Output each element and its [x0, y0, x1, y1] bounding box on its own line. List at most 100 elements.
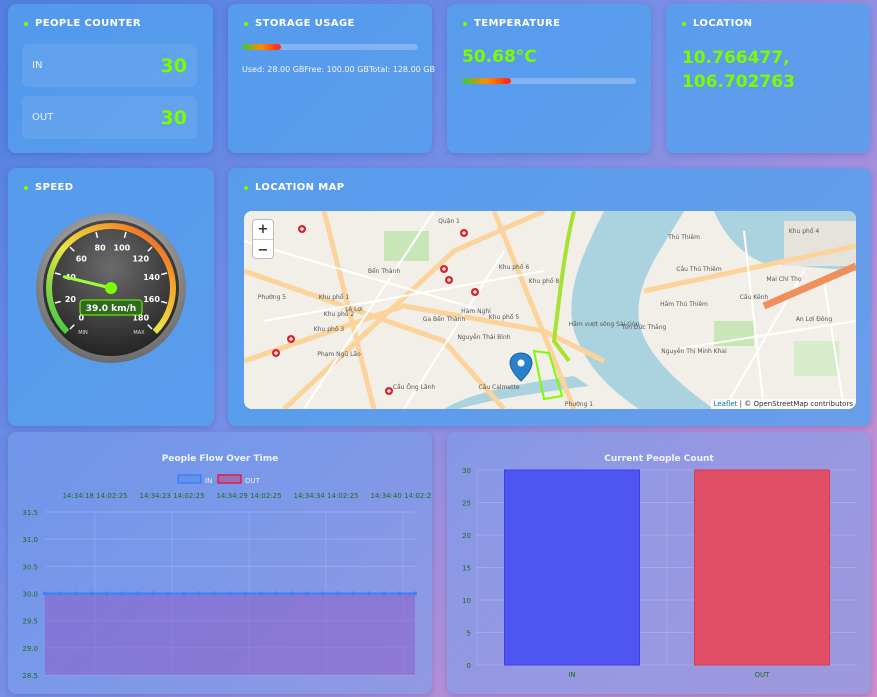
- y-tick-label: 10: [462, 597, 471, 605]
- map-place-label: Khu phố 5: [489, 314, 520, 321]
- count-chart: 30 25 20 15 10 5 0 IN OUT: [462, 467, 857, 679]
- series-area: [45, 593, 415, 675]
- legend-label-in[interactable]: IN: [205, 477, 212, 485]
- hospital-icon: [445, 276, 453, 284]
- map-place-label: Khu phố 6: [499, 264, 530, 271]
- map-place-label: Quận 1: [438, 218, 460, 225]
- temperature-value: 50.68°C: [462, 47, 537, 67]
- status-dot: [24, 185, 28, 190]
- map-place-label: Phạm Ngũ Lão: [317, 351, 361, 358]
- map-place-label: Khu phố 8: [529, 278, 560, 285]
- y-tick-label: 0: [467, 662, 471, 670]
- bar-in[interactable]: [504, 469, 640, 666]
- zoom-out-button[interactable]: −: [253, 240, 273, 260]
- map-place-label: Phường 5: [258, 294, 286, 301]
- park: [384, 231, 429, 261]
- hospital-icon: [298, 225, 306, 233]
- x-tick-label: 14:34:40 14:02:25: [370, 492, 432, 500]
- speed-readout: 39.0 km/h: [86, 304, 136, 314]
- gauge-tick-label: 120: [132, 254, 149, 263]
- temperature-title: TEMPERATURE: [463, 18, 560, 29]
- map-place-label: Phường 1: [565, 401, 593, 408]
- map-place-label: Thủ Thiêm: [667, 234, 700, 241]
- y-tick-label: 31.5: [22, 509, 38, 517]
- y-tick-label: 29.0: [22, 645, 38, 653]
- storage-title: STORAGE USAGE: [244, 18, 355, 29]
- y-tick-label: 29.5: [22, 618, 38, 626]
- location-card: LOCATION 10.766477, 106.702763: [666, 4, 870, 153]
- y-tick-label: 15: [462, 565, 471, 573]
- x-tick-label: 14:34:34 14:02:25: [293, 492, 358, 500]
- map-card: LOCATION MAP Quận 1 Bến Thành Khu phố 1 …: [228, 168, 871, 426]
- zoom-in-button[interactable]: +: [253, 220, 273, 240]
- location-lat: 10.766477,: [682, 48, 790, 68]
- people-in-value: 30: [160, 54, 187, 77]
- gauge-tick-label: 140: [143, 273, 160, 282]
- people-counter-title: PEOPLE COUNTER: [24, 18, 141, 29]
- status-dot: [463, 21, 467, 26]
- map-place-label: Hầm vượt sông Sài Gòn: [569, 320, 640, 328]
- gauge-tick-label: 100: [114, 243, 131, 252]
- speedometer-gauge: 020406080100120140160180 39.0 km/h MIN M…: [36, 213, 186, 363]
- hospital-icon: [471, 288, 479, 296]
- status-dot: [24, 21, 28, 26]
- temperature-bar: [462, 78, 636, 84]
- status-dot: [244, 21, 248, 26]
- location-title: LOCATION: [682, 18, 752, 29]
- temperature-bar-fill: [462, 78, 511, 84]
- storage-bar-fill: [242, 44, 281, 50]
- gauge-hub: [105, 282, 117, 294]
- people-counter-card: PEOPLE COUNTER IN 30 OUT 30: [8, 4, 213, 153]
- legend-swatch-in[interactable]: [177, 474, 202, 484]
- hospital-icon: [272, 349, 280, 357]
- gauge-tick-label: 20: [65, 295, 77, 304]
- park: [794, 341, 839, 376]
- bar-out[interactable]: [694, 469, 830, 666]
- y-tick-label: 31.0: [22, 536, 38, 544]
- people-out-value: 30: [160, 106, 187, 129]
- y-tick-label: 28.5: [22, 672, 38, 680]
- people-out-label: OUT: [32, 112, 54, 123]
- x-tick-label: 14:34:18 14:02:25: [62, 492, 127, 500]
- map-place-label: An Lợi Đông: [796, 316, 833, 323]
- y-tick-label: 5: [467, 630, 471, 638]
- y-tick-label: 25: [462, 500, 471, 508]
- gauge-tick-label: 60: [76, 254, 88, 263]
- map-title: LOCATION MAP: [244, 182, 345, 193]
- legend-label-out[interactable]: OUT: [245, 477, 261, 485]
- y-tick-label: 20: [462, 532, 471, 540]
- temperature-card: TEMPERATURE 50.68°C: [447, 4, 651, 153]
- speed-title: SPEED: [24, 182, 74, 193]
- map-place-label: Hầm Thủ Thiêm: [660, 300, 708, 308]
- people-in-box: IN 30: [22, 44, 197, 87]
- y-tick-label: 30.5: [22, 563, 38, 571]
- storage-bar: [242, 44, 418, 50]
- attribution-text: | © OpenStreetMap contributors: [737, 400, 853, 408]
- location-map[interactable]: Quận 1 Bến Thành Khu phố 1 Khu phố 2 Khu phố…: [244, 211, 856, 409]
- map-attribution: Leaflet | © OpenStreetMap contributors: [710, 399, 856, 409]
- map-place-label: Ga Bến Thành: [423, 316, 466, 323]
- location-lng: 106.702763: [682, 72, 795, 92]
- hospital-icon: [460, 229, 468, 237]
- x-tick-label: 14:34:29 14:02:25: [216, 492, 281, 500]
- leaflet-link[interactable]: Leaflet: [714, 400, 738, 408]
- storage-card: STORAGE USAGE Used: 28.00 GBFree: 100.00…: [228, 4, 435, 153]
- status-dot: [244, 185, 248, 190]
- y-tick-label: 30.0: [22, 591, 38, 599]
- map-place-label: Cầu Kênh: [740, 293, 769, 301]
- map-place-label: Khu phố 4: [789, 228, 820, 235]
- people-out-box: OUT 30: [22, 96, 197, 139]
- x-tick-label: OUT: [755, 671, 771, 679]
- legend-swatch-out[interactable]: [217, 474, 242, 484]
- speed-card: SPEED 020406080100120140160180 39.0 km/h…: [8, 168, 214, 426]
- count-chart-card: Current People Count 30 25 20 15 10 5 0 IN OUT: [447, 432, 871, 694]
- map-place-label: Khu phố 1: [319, 294, 350, 301]
- x-tick-label: IN: [568, 671, 575, 679]
- gauge-min-label: MIN: [78, 330, 88, 336]
- people-in-label: IN: [32, 60, 43, 71]
- map-zoom-control: + −: [252, 219, 274, 259]
- hospital-icon: [440, 265, 448, 273]
- map-place-label: Cầu Ông Lãnh: [393, 383, 436, 391]
- map-tiles[interactable]: Quận 1Bến ThànhKhu phố 1Khu phố 2Khu phố…: [244, 211, 856, 409]
- flow-chart: IN OUT 31.5 31.0 30.5 30.0 29.5 29.0 28.5 14:34:1…: [22, 474, 432, 680]
